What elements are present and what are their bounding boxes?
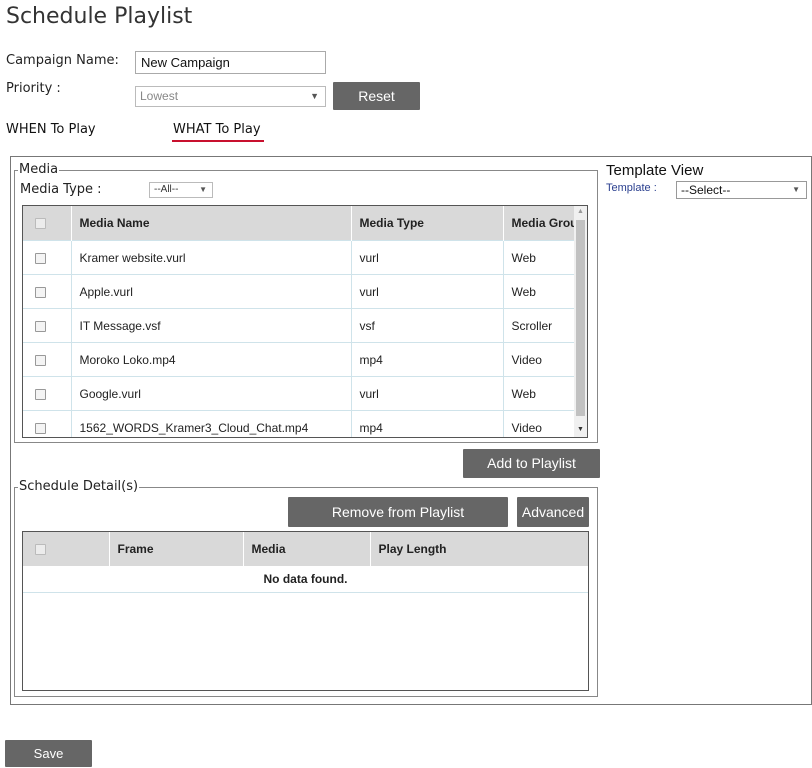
media-name-cell: Moroko Loko.mp4 <box>71 342 352 377</box>
row-checkbox[interactable] <box>35 286 46 298</box>
media-type-cell: mp4 <box>351 410 504 437</box>
media-type-value: --All-- <box>154 184 179 195</box>
media-table: Media Name Media Type Media Grou Kramer … <box>23 206 576 437</box>
table-row[interactable]: 1562_WORDS_Kramer3_Cloud_Chat.mp4 mp4 Vide… <box>23 410 576 437</box>
scrollbar-thumb[interactable] <box>576 220 585 416</box>
template-view-title: Template View <box>606 162 704 179</box>
column-header[interactable]: Media Name <box>71 206 352 241</box>
tab-when-to-play[interactable]: WHEN To Play <box>6 122 96 137</box>
scroll-up-icon[interactable]: ▲ <box>577 208 584 215</box>
empty-message: No data found. <box>23 566 588 593</box>
media-table-container: Media Name Media Type Media Grou Kramer … <box>22 205 588 438</box>
media-group-cell: Web <box>503 240 576 275</box>
media-type-cell: vsf <box>351 308 504 343</box>
table-row[interactable]: Kramer website.vurl vurl Web <box>23 240 576 275</box>
media-name-cell: 1562_WORDS_Kramer3_Cloud_Chat.mp4 <box>71 410 352 437</box>
checkbox-cell <box>23 240 72 275</box>
media-legend: Media <box>18 162 60 177</box>
template-select[interactable]: --Select-- ▼ <box>676 181 807 199</box>
save-button[interactable]: Save <box>5 740 92 767</box>
column-header[interactable]: Media Grou <box>503 206 576 241</box>
media-group-cell: Web <box>503 376 576 411</box>
column-header[interactable]: Media Type <box>351 206 504 241</box>
checkbox-cell <box>23 342 72 377</box>
media-group-cell: Video <box>503 342 576 377</box>
checkbox-cell <box>23 410 72 437</box>
table-row[interactable]: IT Message.vsf vsf Scroller <box>23 308 576 343</box>
active-tab-indicator <box>172 140 264 142</box>
column-header[interactable]: Media <box>243 532 371 566</box>
chevron-down-icon: ▼ <box>792 185 800 194</box>
media-group-cell: Web <box>503 274 576 309</box>
advanced-button[interactable]: Advanced <box>517 497 589 527</box>
row-checkbox[interactable] <box>35 252 46 264</box>
media-type-cell: vurl <box>351 274 504 309</box>
media-group-cell: Video <box>503 410 576 437</box>
media-type-select[interactable]: --All-- ▼ <box>149 182 213 198</box>
row-checkbox[interactable] <box>35 388 46 400</box>
reset-button[interactable]: Reset <box>333 82 420 110</box>
schedule-table-header: Frame Media Play Length <box>23 532 588 566</box>
schedule-table-container: Frame Media Play Length No data found. <box>22 531 589 691</box>
schedule-legend: Schedule Detail(s) <box>18 479 140 494</box>
priority-label: Priority : <box>6 81 61 96</box>
tab-what-to-play[interactable]: WHAT To Play <box>173 122 261 137</box>
select-all-checkbox[interactable] <box>35 544 46 556</box>
select-all-checkbox[interactable] <box>35 218 46 230</box>
schedule-table: Frame Media Play Length No data found. <box>23 532 588 593</box>
media-scrollbar[interactable]: ▲ ▼ <box>574 206 587 437</box>
media-name-cell: Google.vurl <box>71 376 352 411</box>
column-header[interactable]: Play Length <box>370 532 588 566</box>
row-checkbox[interactable] <box>35 354 46 366</box>
table-row[interactable]: Google.vurl vurl Web <box>23 376 576 411</box>
checkbox-cell <box>23 376 72 411</box>
media-name-cell: IT Message.vsf <box>71 308 352 343</box>
priority-value: Lowest <box>140 89 179 103</box>
table-row[interactable]: Apple.vurl vurl Web <box>23 274 576 309</box>
campaign-name-input[interactable]: New Campaign <box>135 51 326 74</box>
media-type-cell: mp4 <box>351 342 504 377</box>
chevron-down-icon: ▼ <box>310 91 319 101</box>
template-value: --Select-- <box>681 183 731 197</box>
campaign-name-label: Campaign Name: <box>6 53 119 68</box>
column-header[interactable]: Frame <box>109 532 244 566</box>
template-label: Template : <box>606 182 657 194</box>
media-group-cell: Scroller <box>503 308 576 343</box>
chevron-down-icon: ▼ <box>199 185 207 194</box>
add-to-playlist-button[interactable]: Add to Playlist <box>463 449 600 478</box>
table-row[interactable]: Moroko Loko.mp4 mp4 Video <box>23 342 576 377</box>
page-title: Schedule Playlist <box>6 4 193 29</box>
media-name-cell: Kramer website.vurl <box>71 240 352 275</box>
priority-select[interactable]: Lowest ▼ <box>135 86 326 107</box>
scroll-down-icon[interactable]: ▼ <box>577 426 584 433</box>
checkbox-cell <box>23 308 72 343</box>
empty-row: No data found. <box>23 566 588 593</box>
media-type-cell: vurl <box>351 240 504 275</box>
media-name-cell: Apple.vurl <box>71 274 352 309</box>
row-checkbox[interactable] <box>35 320 46 332</box>
remove-from-playlist-button[interactable]: Remove from Playlist <box>288 497 508 527</box>
media-type-label: Media Type : <box>20 182 102 197</box>
media-type-cell: vurl <box>351 376 504 411</box>
checkbox-cell <box>23 274 72 309</box>
row-checkbox[interactable] <box>35 422 46 434</box>
media-table-header: Media Name Media Type Media Grou <box>23 206 576 241</box>
